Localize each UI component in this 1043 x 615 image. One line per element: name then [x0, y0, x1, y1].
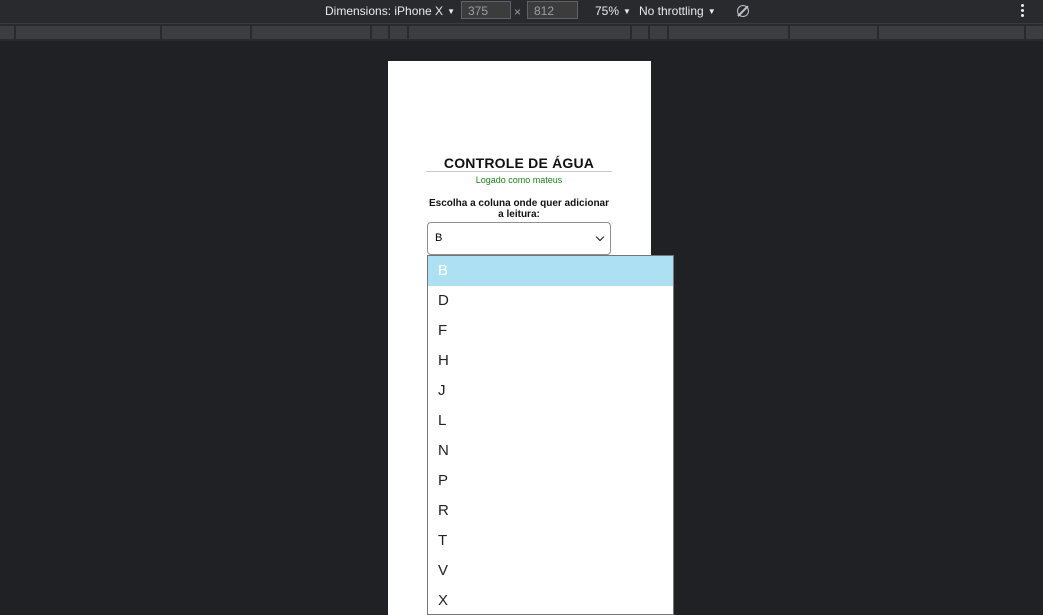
media-query-segment[interactable] [252, 26, 370, 39]
throttling-label: No throttling [639, 4, 704, 18]
devtools-device-toolbar: Dimensions: iPhone X ▼ 375 × 812 75% ▼ No … [0, 0, 1043, 24]
column-select-label: Escolha a coluna onde quer adicionar a l… [428, 198, 610, 220]
media-query-segment[interactable] [879, 26, 1024, 39]
media-query-segment[interactable] [0, 26, 14, 39]
media-query-segment[interactable] [162, 26, 250, 39]
caret-down-icon: ▼ [623, 7, 631, 16]
zoom-label: 75% [595, 4, 620, 18]
logged-in-status: Logado como mateus [475, 175, 563, 185]
dropdown-option[interactable]: F [428, 316, 673, 346]
caret-down-icon: ▼ [707, 7, 716, 16]
media-query-segment[interactable] [16, 26, 160, 39]
rotate-icon[interactable] [737, 5, 749, 17]
media-query-segment[interactable] [1026, 26, 1043, 39]
height-input[interactable]: 812 [527, 1, 578, 19]
media-query-segment[interactable] [790, 26, 877, 39]
dropdown-option[interactable]: X [428, 586, 673, 614]
width-input[interactable]: 375 [461, 1, 511, 19]
column-dropdown-list: B D F H J L N P R T V X [427, 255, 674, 615]
dropdown-option[interactable]: D [428, 286, 673, 316]
media-query-segment[interactable] [390, 26, 407, 39]
throttling-dropdown[interactable]: No throttling ▼ [639, 0, 716, 23]
caret-down-icon: ▼ [447, 7, 455, 16]
more-options-icon[interactable] [1021, 4, 1025, 20]
media-query-segment[interactable] [409, 26, 630, 39]
dimensions-dropdown[interactable]: Dimensions: iPhone X ▼ [325, 0, 455, 23]
media-query-segment[interactable] [372, 26, 388, 39]
media-query-segment[interactable] [650, 26, 667, 39]
dropdown-option[interactable]: L [428, 406, 673, 436]
dropdown-option[interactable]: N [428, 436, 673, 466]
title-divider [426, 171, 612, 172]
times-sign: × [514, 5, 522, 19]
column-select-value: B [435, 232, 443, 244]
dropdown-option[interactable]: J [428, 376, 673, 406]
media-query-segment[interactable] [669, 26, 788, 39]
dropdown-option[interactable]: R [428, 496, 673, 526]
chevron-down-icon [595, 232, 605, 242]
dropdown-option[interactable]: V [428, 556, 673, 586]
media-query-bar [0, 24, 1043, 41]
zoom-dropdown[interactable]: 75% ▼ [595, 0, 631, 23]
dropdown-option[interactable]: H [428, 346, 673, 376]
media-query-segment[interactable] [632, 26, 648, 39]
column-select[interactable]: B [427, 222, 611, 255]
dropdown-option[interactable]: T [428, 526, 673, 556]
dropdown-option[interactable]: P [428, 466, 673, 496]
page-title: CONTROLE DE ÁGUA [443, 155, 595, 171]
dropdown-option[interactable]: B [428, 256, 673, 286]
dimensions-label: Dimensions: iPhone X [325, 4, 444, 18]
